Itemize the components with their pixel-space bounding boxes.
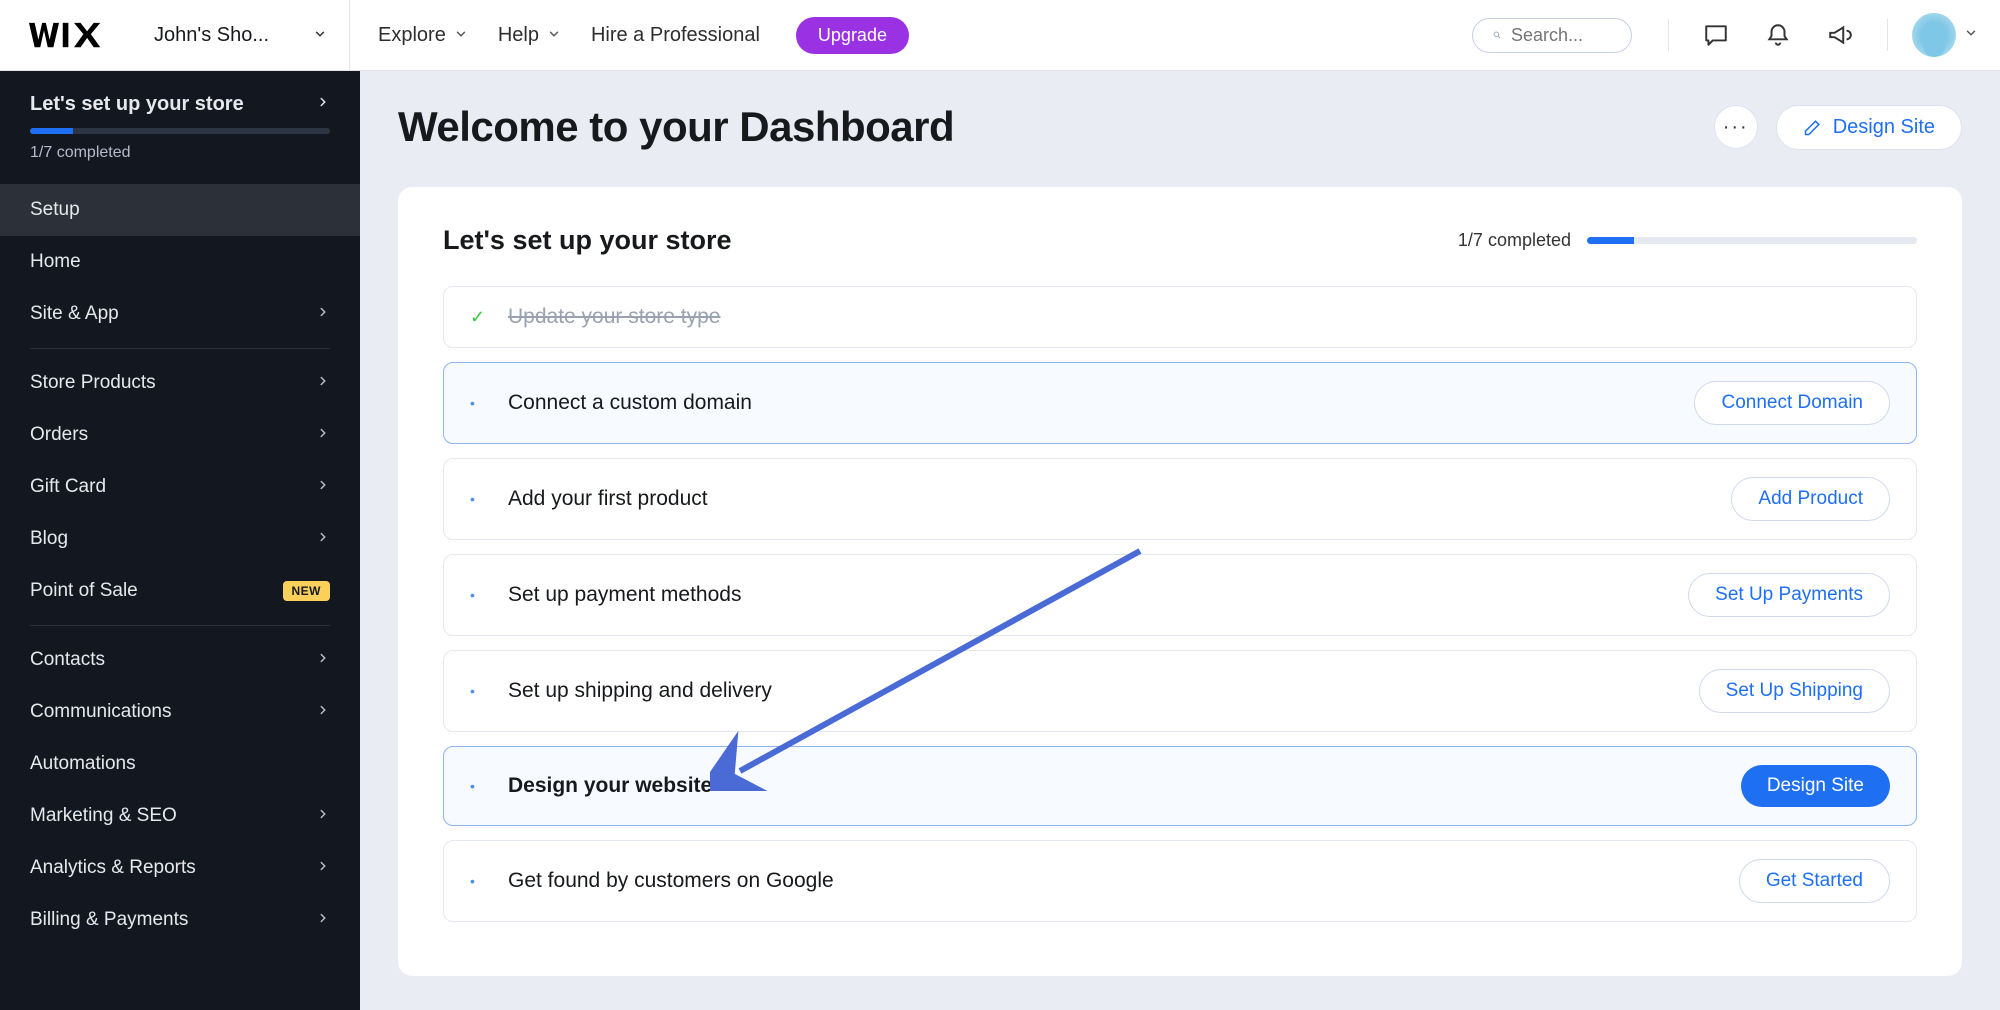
chevron-right-icon [316, 701, 330, 723]
chevron-down-icon [313, 24, 327, 47]
chevron-right-icon [316, 805, 330, 827]
divider [1668, 19, 1669, 51]
step-add-product[interactable]: • Add your first product Add Product [443, 458, 1917, 540]
divider [1887, 19, 1888, 51]
card-header: Let's set up your store 1/7 completed [443, 225, 1917, 256]
sidebar-progress-text: 1/7 completed [0, 134, 360, 184]
announce-icon[interactable] [1809, 22, 1871, 48]
chevron-right-icon [316, 372, 330, 394]
sidebar-item-setup[interactable]: Setup [0, 184, 360, 236]
setup-shipping-button[interactable]: Set Up Shipping [1699, 669, 1890, 713]
sidebar-item-blog[interactable]: Blog [0, 513, 360, 565]
main-actions: ··· Design Site [1714, 105, 1962, 150]
design-site-button[interactable]: Design Site [1776, 105, 1962, 150]
chevron-down-icon [547, 24, 561, 47]
top-links: Explore Help Hire a Professional Upgrade [350, 17, 909, 54]
sidebar-item-gift-card[interactable]: Gift Card [0, 461, 360, 513]
card-progress: 1/7 completed [1458, 230, 1917, 251]
step-payments[interactable]: • Set up payment methods Set Up Payments [443, 554, 1917, 636]
card-title: Let's set up your store [443, 225, 731, 256]
chevron-right-icon [316, 476, 330, 498]
search-input[interactable] [1511, 25, 1611, 46]
design-site-step-button[interactable]: Design Site [1741, 765, 1890, 807]
step-design-website[interactable]: • Design your website Design Site [443, 746, 1917, 826]
card-progress-text: 1/7 completed [1458, 230, 1571, 251]
sidebar-item-contacts[interactable]: Contacts [0, 634, 360, 686]
sidebar-item-orders[interactable]: Orders [0, 409, 360, 461]
sidebar: Let's set up your store 1/7 completed Se… [0, 71, 360, 1010]
chevron-right-icon [316, 95, 330, 114]
sidebar-item-home[interactable]: Home [0, 236, 360, 288]
main-header: Welcome to your Dashboard ··· Design Sit… [398, 103, 1962, 151]
sidebar-item-marketing-seo[interactable]: Marketing & SEO [0, 790, 360, 842]
sidebar-item-billing-payments[interactable]: Billing & Payments [0, 894, 360, 946]
sidebar-setup-header[interactable]: Let's set up your store [0, 71, 360, 128]
top-right [1472, 13, 2000, 57]
sidebar-item-point-of-sale[interactable]: Point of Sale NEW [0, 565, 360, 617]
hire-link[interactable]: Hire a Professional [591, 24, 760, 47]
avatar-menu[interactable] [1912, 13, 1978, 57]
more-button[interactable]: ··· [1714, 105, 1758, 149]
bullet-icon: • [470, 873, 484, 889]
step-shipping[interactable]: • Set up shipping and delivery Set Up Sh… [443, 650, 1917, 732]
sidebar-separator [30, 625, 330, 626]
setup-payments-button[interactable]: Set Up Payments [1688, 573, 1890, 617]
step-update-store-type[interactable]: ✓ Update your store type [443, 286, 1917, 348]
upgrade-button[interactable]: Upgrade [796, 17, 909, 54]
more-icon: ··· [1723, 116, 1749, 139]
bell-icon[interactable] [1747, 22, 1809, 48]
sidebar-item-site-app[interactable]: Site & App [0, 288, 360, 340]
bullet-icon: • [470, 778, 484, 794]
chevron-right-icon [316, 303, 330, 325]
step-connect-domain[interactable]: • Connect a custom domain Connect Domain [443, 362, 1917, 444]
wix-logo[interactable] [0, 0, 132, 70]
top-bar: John's Sho... Explore Help Hire a Profes… [0, 0, 2000, 71]
chevron-right-icon [316, 424, 330, 446]
chevron-right-icon [316, 857, 330, 879]
connect-domain-button[interactable]: Connect Domain [1694, 381, 1890, 425]
wix-logo-icon [29, 20, 104, 50]
check-icon: ✓ [470, 307, 484, 328]
bullet-icon: • [470, 587, 484, 603]
chat-icon[interactable] [1685, 22, 1747, 48]
site-name: John's Sho... [154, 24, 269, 47]
main-content: Welcome to your Dashboard ··· Design Sit… [360, 71, 2000, 1010]
pencil-icon [1803, 117, 1823, 137]
sidebar-item-store-products[interactable]: Store Products [0, 357, 360, 409]
chevron-down-icon [1964, 26, 1978, 45]
sidebar-separator [30, 348, 330, 349]
new-badge: NEW [283, 581, 331, 601]
chevron-down-icon [454, 24, 468, 47]
get-started-button[interactable]: Get Started [1739, 859, 1890, 903]
site-selector[interactable]: John's Sho... [132, 0, 350, 70]
help-link[interactable]: Help [498, 24, 561, 47]
bullet-icon: • [470, 395, 484, 411]
sidebar-item-communications[interactable]: Communications [0, 686, 360, 738]
step-google[interactable]: • Get found by customers on Google Get S… [443, 840, 1917, 922]
chevron-right-icon [316, 909, 330, 931]
bullet-icon: • [470, 683, 484, 699]
chevron-right-icon [316, 649, 330, 671]
search-box[interactable] [1472, 18, 1632, 53]
search-icon [1493, 25, 1501, 45]
sidebar-item-automations[interactable]: Automations [0, 738, 360, 790]
explore-link[interactable]: Explore [378, 24, 468, 47]
avatar [1912, 13, 1956, 57]
chevron-right-icon [316, 528, 330, 550]
setup-card: Let's set up your store 1/7 completed ✓ … [398, 187, 1962, 976]
card-progress-bar [1587, 237, 1917, 244]
bullet-icon: • [470, 491, 484, 507]
sidebar-item-analytics-reports[interactable]: Analytics & Reports [0, 842, 360, 894]
add-product-button[interactable]: Add Product [1731, 477, 1890, 521]
page-title: Welcome to your Dashboard [398, 103, 954, 151]
